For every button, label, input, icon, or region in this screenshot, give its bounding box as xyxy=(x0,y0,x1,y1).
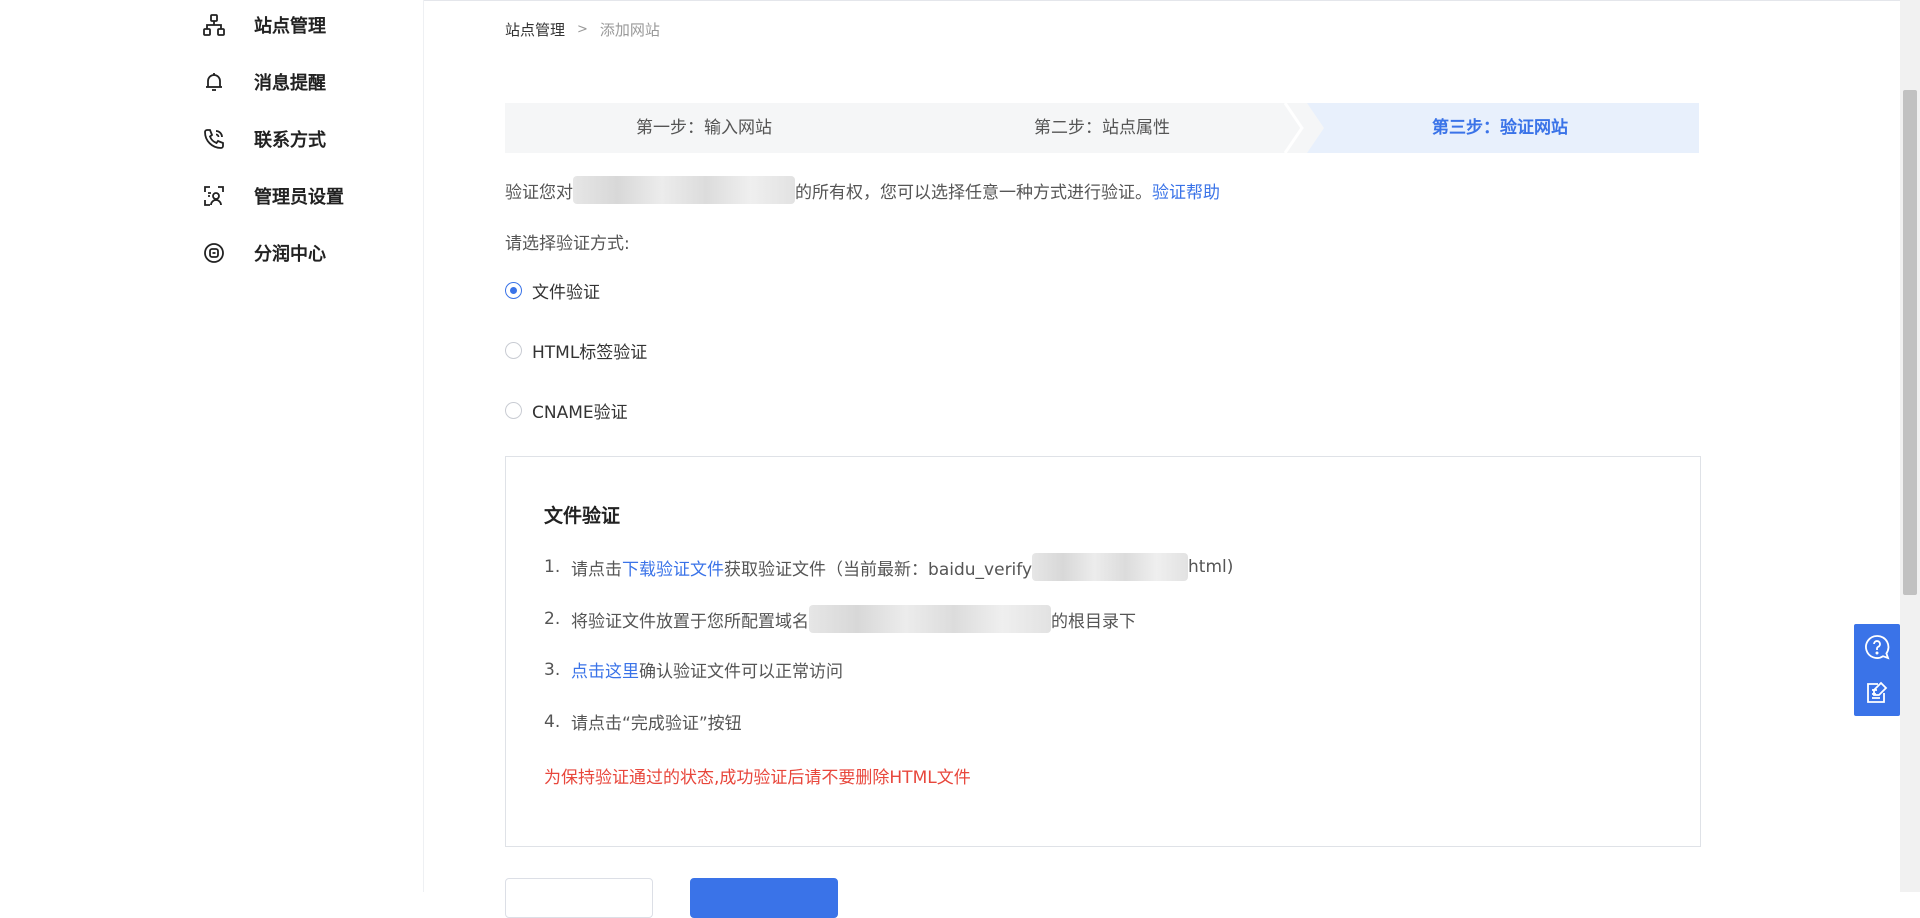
sidebar: 站点管理 消息提醒 联系方式 管理员设置 分润中心 xyxy=(0,0,424,892)
radio-label: 文件验证 xyxy=(532,283,600,303)
click-here-link[interactable]: 点击这里 xyxy=(571,657,639,682)
step1-end: html) xyxy=(1188,557,1234,577)
sitemap-icon xyxy=(200,11,228,39)
step3-suffix: 确认验证文件可以正常访问 xyxy=(639,662,844,682)
bell-icon xyxy=(200,68,228,96)
instruction-step-3: 3. 点击这里 确认验证文件可以正常访问 xyxy=(544,657,844,683)
desc-prefix: 验证您对 xyxy=(505,182,573,203)
radio-checked[interactable] xyxy=(505,282,522,299)
download-verify-file-link[interactable]: 下载验证文件 xyxy=(622,555,724,580)
previous-step-button[interactable] xyxy=(505,878,653,918)
sidebar-item-label: 分润中心 xyxy=(254,244,326,265)
floating-toolbar xyxy=(1854,624,1900,716)
breadcrumb-parent-link[interactable]: 站点管理 xyxy=(505,19,565,40)
step-2: 第二步：站点属性 xyxy=(1034,118,1170,138)
method-choose-label: 请选择验证方式: xyxy=(505,234,630,254)
sidebar-item-contact[interactable]: 联系方式 xyxy=(200,119,326,159)
step4-text: 请点击“完成验证”按钮 xyxy=(571,714,742,734)
method-cname-radio[interactable]: CNAME验证 xyxy=(505,398,628,423)
revenue-icon xyxy=(200,239,228,267)
instruction-step-4: 4. 请点击“完成验证”按钮 xyxy=(544,709,742,735)
instruction-step-2: 2. 将验证文件放置于您所配置域名 的根目录下 xyxy=(544,605,1136,633)
step-number: 3. xyxy=(544,659,561,680)
scrollbar-thumb[interactable] xyxy=(1903,90,1917,595)
sidebar-item-label: 消息提醒 xyxy=(254,73,326,94)
verify-description: 验证您对 的所有权，您可以选择任意一种方式进行验证。 验证帮助 xyxy=(505,176,1220,204)
breadcrumb-separator: > xyxy=(577,22,588,37)
sidebar-item-revenue-center[interactable]: 分润中心 xyxy=(200,233,326,273)
step-number: 1. xyxy=(544,557,561,577)
panel-title: 文件验证 xyxy=(544,505,621,527)
main-content: 站点管理 > 添加网站 第一步：输入网站 第二步：站点属性 第三步：验证网站 验… xyxy=(425,0,1895,918)
breadcrumb-current: 添加网站 xyxy=(599,21,660,39)
help-chat-icon[interactable] xyxy=(1854,624,1900,670)
radio-label: HTML标签验证 xyxy=(532,343,648,363)
instruction-step-1: 1. 请点击 下载验证文件 获取验证文件（当前最新：baidu_verify h… xyxy=(544,553,1233,581)
verify-help-link[interactable]: 验证帮助 xyxy=(1152,178,1220,203)
step2-prefix: 将验证文件放置于您所配置域名 xyxy=(571,611,810,632)
redacted-filename xyxy=(1032,553,1189,581)
redacted-domain xyxy=(809,605,1052,633)
sidebar-item-notifications[interactable]: 消息提醒 xyxy=(200,62,326,102)
step-progress: 第一步：输入网站 第二步：站点属性 第三步：验证网站 xyxy=(505,103,1699,153)
step-1: 第一步：输入网站 xyxy=(636,118,772,138)
desc-suffix: 的所有权，您可以选择任意一种方式进行验证。 xyxy=(795,182,1152,203)
keep-file-warning: 为保持验证通过的状态,成功验证后请不要删除HTML文件 xyxy=(544,768,971,788)
complete-verify-button[interactable] xyxy=(690,878,838,918)
admin-icon xyxy=(200,182,228,210)
radio-unchecked[interactable] xyxy=(505,342,522,359)
step-number: 2. xyxy=(544,609,561,629)
sidebar-item-label: 站点管理 xyxy=(254,16,326,37)
step2-suffix: 的根目录下 xyxy=(1051,611,1137,632)
step1-mid: 获取验证文件（当前最新：baidu_verify xyxy=(724,559,1033,580)
step-number: 4. xyxy=(544,711,561,732)
sidebar-item-label: 联系方式 xyxy=(254,130,326,151)
step-3-active: 第三步：验证网站 xyxy=(1432,118,1568,138)
method-file-radio[interactable]: 文件验证 xyxy=(505,278,600,303)
step1-prefix: 请点击 xyxy=(571,559,623,580)
radio-unchecked[interactable] xyxy=(505,402,522,419)
sidebar-item-admin-settings[interactable]: 管理员设置 xyxy=(200,176,344,216)
file-verify-panel: 文件验证 1. 请点击 下载验证文件 获取验证文件（当前最新：baidu_ver… xyxy=(505,456,1701,847)
method-html-tag-radio[interactable]: HTML标签验证 xyxy=(505,338,647,363)
radio-label: CNAME验证 xyxy=(532,403,628,423)
breadcrumb: 站点管理 > 添加网站 xyxy=(505,19,660,40)
feedback-icon[interactable] xyxy=(1854,670,1900,716)
phone-icon xyxy=(200,125,228,153)
sidebar-item-site-management[interactable]: 站点管理 xyxy=(200,5,326,45)
redacted-domain xyxy=(573,176,795,204)
sidebar-item-label: 管理员设置 xyxy=(254,187,344,208)
